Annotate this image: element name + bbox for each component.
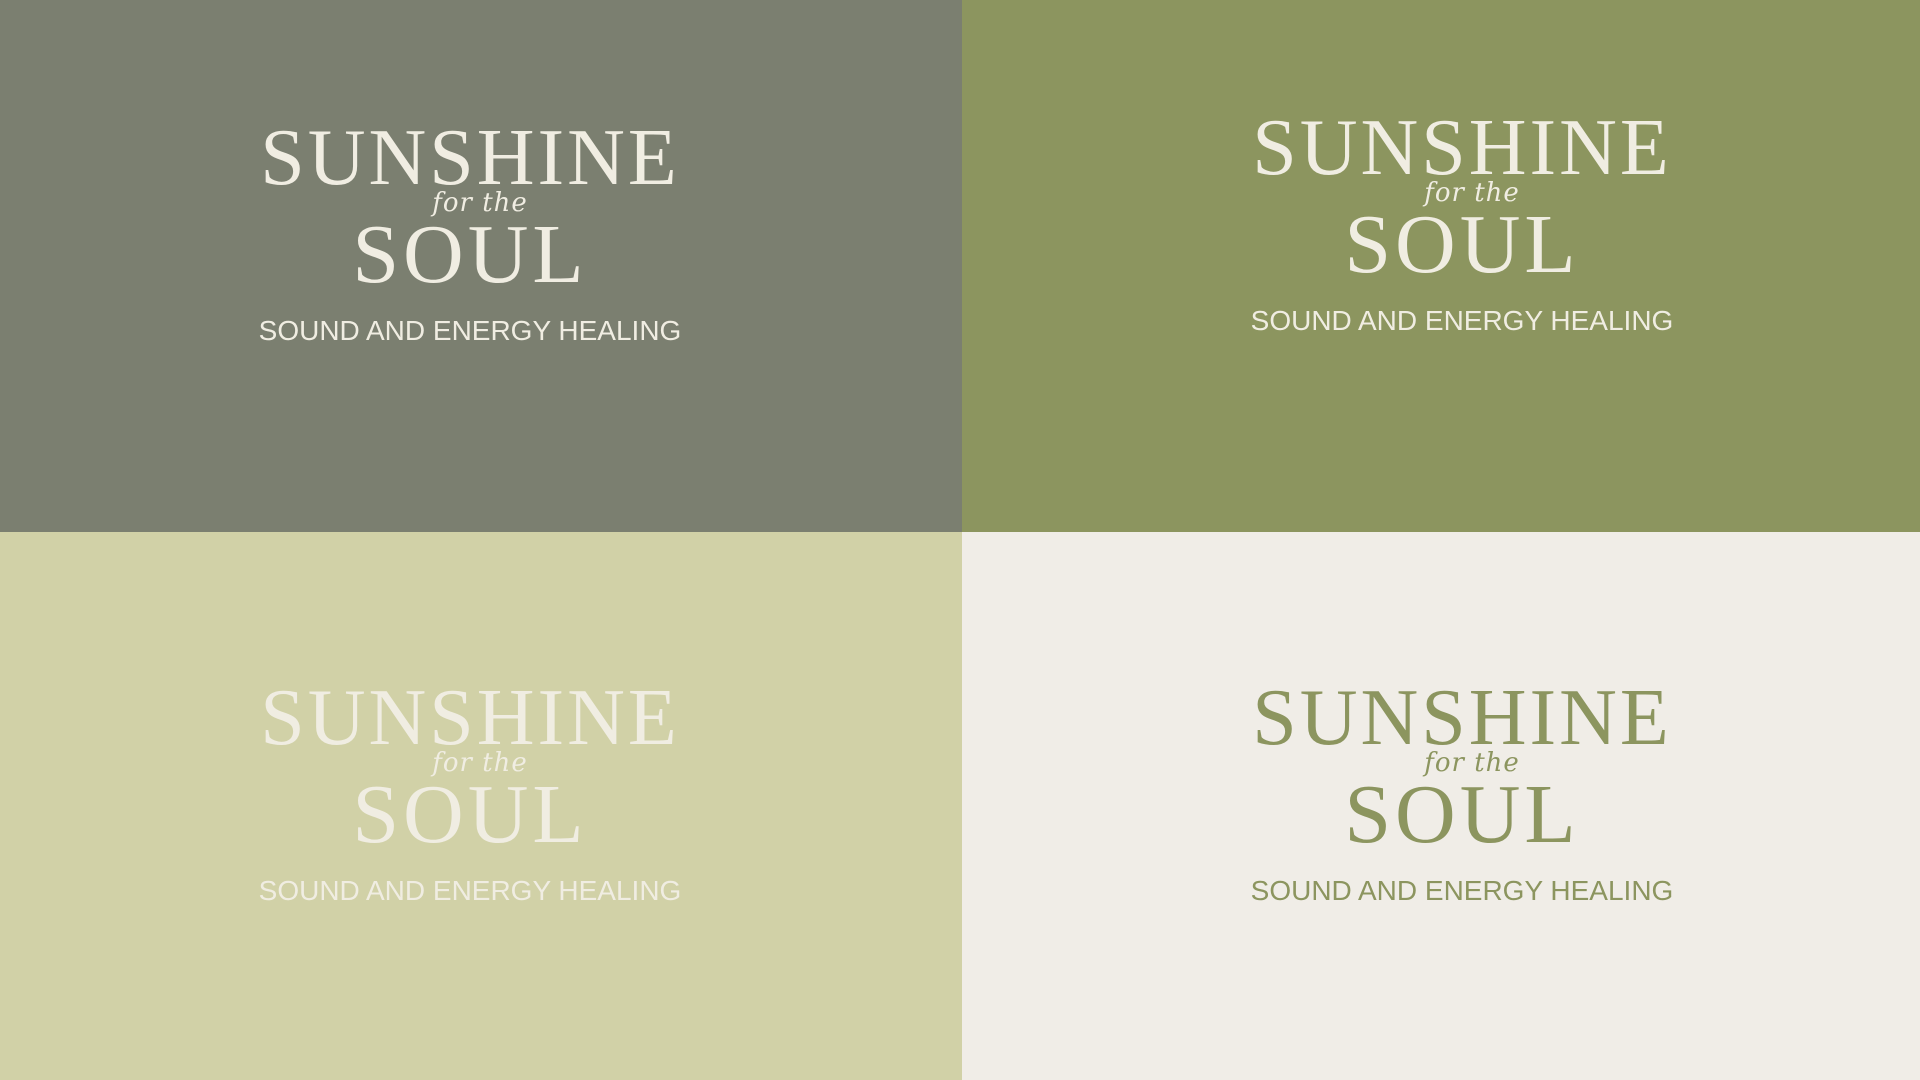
logo-lockup: SUNSHINE for the SOUL SOUND AND ENERGY H… bbox=[240, 118, 700, 358]
logo-word-soul: SOUL bbox=[352, 208, 588, 301]
logo-word-sunshine: SUNSHINE bbox=[260, 674, 680, 762]
panel-bottom-right: SUNSHINE for the SOUL SOUND AND ENERGY H… bbox=[962, 532, 1920, 1080]
logo-tagline: SOUND AND ENERGY HEALING bbox=[258, 875, 682, 906]
logo-word-sunshine: SUNSHINE bbox=[1252, 674, 1672, 762]
logo-word-soul: SOUL bbox=[1344, 198, 1580, 291]
panel-top-left: SUNSHINE for the SOUL SOUND AND ENERGY H… bbox=[0, 0, 962, 532]
logo-word-sunshine: SUNSHINE bbox=[1252, 104, 1672, 192]
logo-word-soul: SOUL bbox=[352, 768, 588, 861]
logo-lockup: SUNSHINE for the SOUL SOUND AND ENERGY H… bbox=[1232, 678, 1692, 918]
logo-tagline: SOUND AND ENERGY HEALING bbox=[1250, 875, 1674, 906]
logo-word-soul: SOUL bbox=[1344, 768, 1580, 861]
logo-word-sunshine: SUNSHINE bbox=[260, 114, 680, 202]
panel-bottom-left: SUNSHINE for the SOUL SOUND AND ENERGY H… bbox=[0, 532, 962, 1080]
logo-lockup: SUNSHINE for the SOUL SOUND AND ENERGY H… bbox=[240, 678, 700, 918]
logo-lockup: SUNSHINE for the SOUL SOUND AND ENERGY H… bbox=[1232, 108, 1692, 348]
logo-tagline: SOUND AND ENERGY HEALING bbox=[1250, 305, 1674, 336]
panel-top-right: SUNSHINE for the SOUL SOUND AND ENERGY H… bbox=[962, 0, 1920, 532]
logo-tagline: SOUND AND ENERGY HEALING bbox=[258, 315, 682, 346]
logo-colorway-grid: SUNSHINE for the SOUL SOUND AND ENERGY H… bbox=[0, 0, 1920, 1080]
